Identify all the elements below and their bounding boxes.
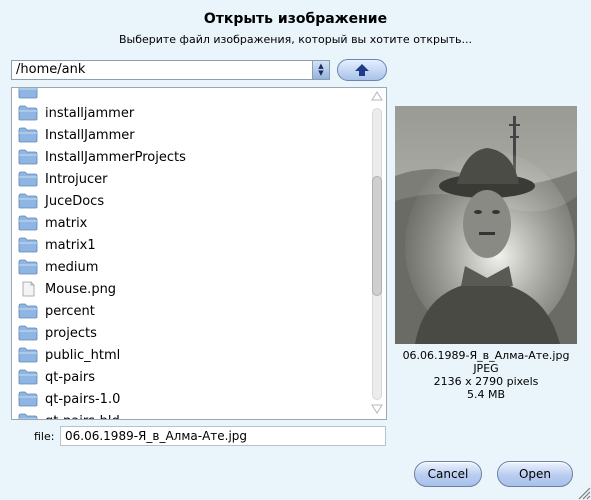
- path-combo[interactable]: /home/ank ▲ ▼: [11, 60, 330, 80]
- file-list-item[interactable]: Mouse.png: [12, 278, 370, 300]
- file-label: file:: [34, 430, 55, 443]
- file-list-item-label: projects: [45, 325, 97, 341]
- filename-input[interactable]: 06.06.1989-Я_в_Алма-Ате.jpg: [60, 426, 386, 446]
- file-list-item-label: Introjucer: [45, 171, 108, 187]
- file-list-item[interactable]: [12, 88, 370, 102]
- folder-icon: [18, 215, 38, 231]
- file-list-item[interactable]: Introjucer: [12, 168, 370, 190]
- arrow-up-icon: [355, 64, 369, 76]
- file-icon: [22, 281, 35, 297]
- file-list-item-label: qt-pairs: [45, 369, 95, 385]
- open-button[interactable]: Open: [497, 461, 573, 487]
- preview-dimensions: 2136 x 2790 pixels: [433, 375, 539, 388]
- folder-icon: [18, 413, 38, 419]
- folder-icon: [18, 391, 38, 407]
- folder-icon: [18, 127, 38, 143]
- file-list-item-label: qt-pairs-1.0: [45, 391, 121, 407]
- file-list-item-label: matrix: [45, 215, 88, 231]
- file-list-item-label: public_html: [45, 347, 121, 363]
- file-list-item[interactable]: qt-pairs-1.0: [12, 388, 370, 410]
- file-list-item-label: matrix1: [45, 237, 96, 253]
- folder-icon: [18, 347, 38, 363]
- file-list-item[interactable]: projects: [12, 322, 370, 344]
- folder-icon: [18, 149, 38, 165]
- resize-grip-icon[interactable]: [575, 484, 591, 500]
- file-list-item[interactable]: qt-pairs: [12, 366, 370, 388]
- folder-icon: [18, 369, 38, 385]
- file-list-item[interactable]: JuceDocs: [12, 190, 370, 212]
- folder-icon: [18, 325, 38, 341]
- file-list-item[interactable]: InstallJammerProjects: [12, 146, 370, 168]
- file-list-item[interactable]: InstallJammer: [12, 124, 370, 146]
- file-list-item-label: Mouse.png: [45, 281, 117, 297]
- folder-icon: [18, 105, 38, 121]
- cancel-button[interactable]: Cancel: [414, 461, 482, 487]
- vertical-scrollbar[interactable]: [369, 88, 386, 419]
- file-list-item[interactable]: qt-pairs-bld: [12, 410, 370, 420]
- file-list-item[interactable]: percent: [12, 300, 370, 322]
- scroll-up-arrow-icon[interactable]: [371, 90, 383, 102]
- file-list-item-label: qt-pairs-bld: [45, 414, 120, 420]
- file-list-item-label: InstallJammerProjects: [45, 149, 186, 165]
- parent-folder-button[interactable]: [337, 59, 387, 81]
- file-list-item[interactable]: medium: [12, 256, 370, 278]
- file-list-item[interactable]: matrix: [12, 212, 370, 234]
- file-list-item-label: percent: [45, 303, 95, 319]
- dialog-title: Открыть изображение: [203, 11, 388, 27]
- folder-icon: [18, 259, 38, 275]
- folder-icon: [18, 171, 38, 187]
- dialog-subtitle: Выберите файл изображения, который вы хо…: [118, 33, 473, 46]
- folder-icon: [18, 193, 38, 209]
- preview-format: JPEG: [473, 362, 499, 375]
- file-list-item-label: installjammer: [45, 105, 135, 121]
- path-combo-value: /home/ank: [16, 62, 86, 77]
- preview-info: 06.06.1989-Я_в_Алма-Ате.jpg JPEG 2136 x …: [388, 349, 584, 401]
- file-list-item[interactable]: matrix1: [12, 234, 370, 256]
- folder-icon: [18, 303, 38, 319]
- combo-arrows-icon[interactable]: ▲ ▼: [312, 61, 329, 79]
- scroll-down-arrow-icon[interactable]: [371, 403, 383, 415]
- folder-icon: [18, 237, 38, 253]
- scroll-thumb[interactable]: [372, 176, 382, 296]
- file-list-item[interactable]: installjammer: [12, 102, 370, 124]
- file-list-item-label: medium: [45, 259, 99, 275]
- folder-icon: [18, 88, 38, 99]
- preview-size: 5.4 MB: [466, 388, 506, 401]
- image-preview: [395, 106, 577, 344]
- file-list-item[interactable]: public_html: [12, 344, 370, 366]
- preview-filename: 06.06.1989-Я_в_Алма-Ате.jpg: [402, 349, 570, 362]
- file-list-item-label: InstallJammer: [45, 127, 135, 143]
- file-list[interactable]: installjammer InstallJammer InstallJammerP…: [11, 87, 387, 420]
- file-list-item-label: JuceDocs: [45, 193, 105, 209]
